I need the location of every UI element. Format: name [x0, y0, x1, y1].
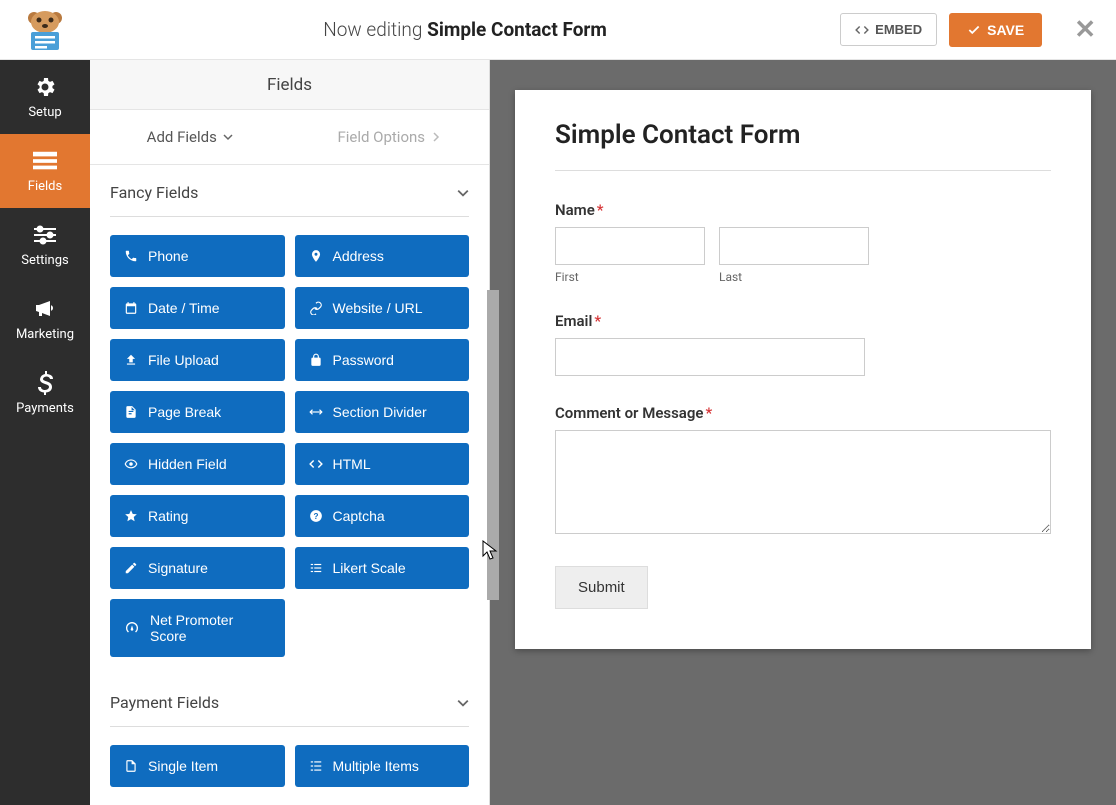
field-name[interactable]: Name* First Last — [555, 201, 1051, 284]
field-multiple-items[interactable]: Multiple Items — [295, 745, 470, 787]
save-button[interactable]: SAVE — [949, 13, 1042, 47]
field-likert-scale[interactable]: Likert Scale — [295, 547, 470, 589]
chevron-down-icon — [457, 187, 469, 199]
field-password[interactable]: Password — [295, 339, 470, 381]
header-actions: EMBED SAVE ✕ — [840, 13, 1096, 47]
main-area: Setup Fields Settings Marketing Payments — [0, 60, 1116, 805]
gear-icon — [33, 75, 57, 99]
field-net-promoter-score[interactable]: Net Promoter Score — [110, 599, 285, 657]
field-email[interactable]: Email* — [555, 312, 1051, 376]
field-signature[interactable]: Signature — [110, 547, 285, 589]
email-input[interactable] — [555, 338, 865, 376]
rail-payments[interactable]: Payments — [0, 356, 90, 430]
name-label: Name* — [555, 201, 1051, 219]
sliders-icon — [33, 223, 57, 247]
tab-field-options[interactable]: Field Options — [290, 110, 490, 165]
field-single-item[interactable]: Single Item — [110, 745, 285, 787]
page-title: Now editing Simple Contact Form — [90, 18, 840, 41]
check-icon — [967, 23, 981, 37]
scrollbar-thumb[interactable] — [487, 290, 499, 600]
form-title: Simple Contact Form — [555, 120, 1051, 171]
first-sublabel: First — [555, 270, 705, 284]
panel-title: Fields — [90, 60, 489, 110]
tab-add-fields[interactable]: Add Fields — [90, 110, 290, 165]
comment-textarea[interactable] — [555, 430, 1051, 534]
section-fancy-fields[interactable]: Fancy Fields — [110, 165, 469, 217]
dollar-icon — [33, 371, 57, 395]
icon-rail: Setup Fields Settings Marketing Payments — [0, 60, 90, 805]
first-name-input[interactable] — [555, 227, 705, 265]
logo — [0, 0, 90, 60]
svg-text:?: ? — [313, 512, 318, 521]
field-html[interactable]: HTML — [295, 443, 470, 485]
comment-label: Comment or Message* — [555, 404, 1051, 422]
fields-panel: Fields Add Fields Field Options Fancy Fi… — [90, 60, 490, 805]
payment-fields-grid: Single ItemMultiple Items — [110, 727, 469, 787]
app-header: Now editing Simple Contact Form EMBED SA… — [0, 0, 1116, 60]
bullhorn-icon — [33, 297, 57, 321]
field-page-break[interactable]: Page Break — [110, 391, 285, 433]
field-comment[interactable]: Comment or Message* — [555, 404, 1051, 538]
rail-setup[interactable]: Setup — [0, 60, 90, 134]
embed-button[interactable]: EMBED — [840, 13, 937, 46]
email-label: Email* — [555, 312, 1051, 330]
form-card: Simple Contact Form Name* First Last Ema… — [515, 90, 1091, 649]
form-icon — [33, 149, 57, 173]
fancy-fields-extra: Net Promoter Score — [110, 589, 285, 657]
wpforms-logo-icon — [19, 8, 71, 52]
field-captcha[interactable]: ?Captcha — [295, 495, 470, 537]
code-icon — [855, 23, 869, 37]
panel-tabs: Add Fields Field Options — [90, 110, 489, 165]
submit-button[interactable]: Submit — [555, 566, 648, 609]
form-preview: Simple Contact Form Name* First Last Ema… — [490, 60, 1116, 805]
form-name: Simple Contact Form — [427, 18, 607, 41]
chevron-down-icon — [223, 132, 233, 142]
gauge-icon — [124, 620, 140, 636]
field-website-url[interactable]: Website / URL — [295, 287, 470, 329]
field-address[interactable]: Address — [295, 235, 470, 277]
last-name-input[interactable] — [719, 227, 869, 265]
rail-fields[interactable]: Fields — [0, 134, 90, 208]
required-asterisk: * — [597, 201, 604, 219]
field-file-upload[interactable]: File Upload — [110, 339, 285, 381]
last-sublabel: Last — [719, 270, 869, 284]
field-hidden-field[interactable]: Hidden Field — [110, 443, 285, 485]
field-phone[interactable]: Phone — [110, 235, 285, 277]
field-rating[interactable]: Rating — [110, 495, 285, 537]
rail-settings[interactable]: Settings — [0, 208, 90, 282]
required-asterisk: * — [594, 312, 601, 330]
fancy-fields-grid: PhoneAddressDate / TimeWebsite / URLFile… — [110, 217, 469, 589]
close-icon[interactable]: ✕ — [1074, 15, 1096, 45]
section-payment-fields[interactable]: Payment Fields — [110, 675, 469, 727]
editing-prefix: Now editing — [323, 18, 422, 41]
chevron-down-icon — [457, 697, 469, 709]
field-date-time[interactable]: Date / Time — [110, 287, 285, 329]
rail-marketing[interactable]: Marketing — [0, 282, 90, 356]
chevron-right-icon — [431, 132, 441, 142]
name-row: First Last — [555, 227, 1051, 284]
required-asterisk: * — [705, 404, 712, 422]
panel-body[interactable]: Fancy Fields PhoneAddressDate / TimeWebs… — [90, 165, 489, 805]
field-section-divider[interactable]: Section Divider — [295, 391, 470, 433]
